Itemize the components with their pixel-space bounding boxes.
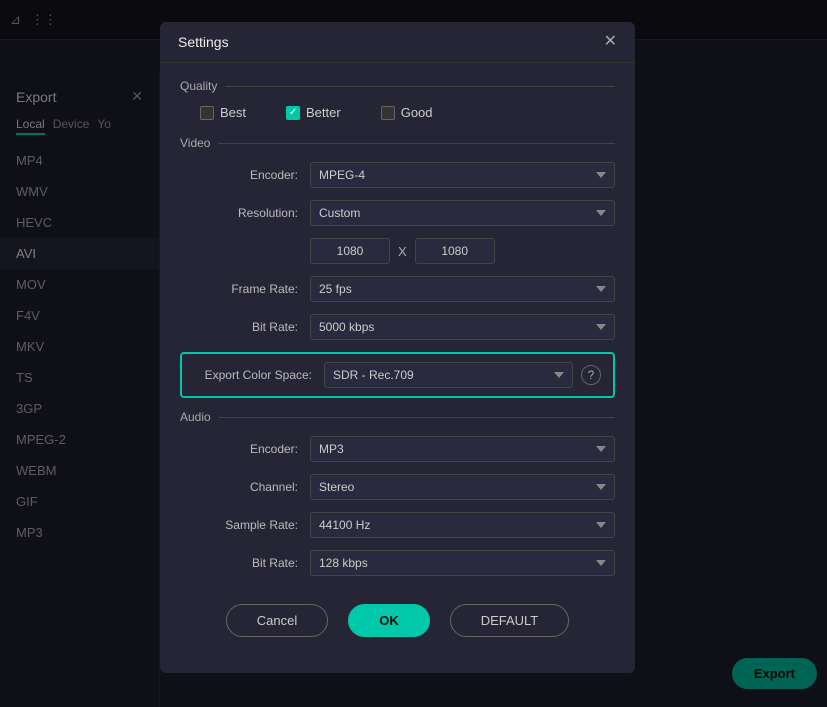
- resolution-height-input[interactable]: 1080: [415, 238, 495, 264]
- audio-section-label: Audio: [180, 410, 615, 424]
- quality-good-checkbox[interactable]: [381, 106, 395, 120]
- channel-label: Channel:: [180, 480, 310, 494]
- quality-better-checkbox[interactable]: [286, 106, 300, 120]
- quality-better-label: Better: [306, 105, 341, 120]
- colorspace-control: SDR - Rec.709 HDR - Rec.2020 ?: [324, 362, 601, 388]
- samplerate-control: 44100 Hz 48000 Hz 22050 Hz: [310, 512, 615, 538]
- quality-better[interactable]: Better: [286, 105, 341, 120]
- channel-row: Channel: Stereo Mono: [180, 474, 615, 500]
- encoder-select[interactable]: MPEG-4 H.264 H.265: [310, 162, 615, 188]
- settings-dialog: Settings ✕ Quality Best Better Good Vide…: [160, 22, 635, 673]
- colorspace-select[interactable]: SDR - Rec.709 HDR - Rec.2020: [324, 362, 573, 388]
- encoder-control: MPEG-4 H.264 H.265: [310, 162, 615, 188]
- dialog-header: Settings ✕: [160, 22, 635, 63]
- audio-encoder-select[interactable]: MP3 AAC WAV: [310, 436, 615, 462]
- samplerate-label: Sample Rate:: [180, 518, 310, 532]
- resolution-x-separator: X: [398, 244, 407, 259]
- framerate-select[interactable]: 25 fps 30 fps 60 fps 24 fps: [310, 276, 615, 302]
- dialog-body: Quality Best Better Good Video Encoder: …: [160, 63, 635, 653]
- channel-select[interactable]: Stereo Mono: [310, 474, 615, 500]
- colorspace-label: Export Color Space:: [194, 368, 324, 382]
- audio-bitrate-label: Bit Rate:: [180, 556, 310, 570]
- dialog-title: Settings: [178, 34, 229, 50]
- framerate-row: Frame Rate: 25 fps 30 fps 60 fps 24 fps: [180, 276, 615, 302]
- colorspace-help-icon[interactable]: ?: [581, 365, 601, 385]
- audio-bitrate-row: Bit Rate: 128 kbps 192 kbps 256 kbps 320…: [180, 550, 615, 576]
- channel-control: Stereo Mono: [310, 474, 615, 500]
- resolution-select[interactable]: Custom 1920x1080 1280x720: [310, 200, 615, 226]
- resolution-row: Resolution: Custom 1920x1080 1280x720: [180, 200, 615, 226]
- colorspace-row: Export Color Space: SDR - Rec.709 HDR - …: [180, 352, 615, 398]
- quality-options: Best Better Good: [180, 105, 615, 120]
- video-section-label: Video: [180, 136, 615, 150]
- cancel-button[interactable]: Cancel: [226, 604, 328, 637]
- audio-encoder-label: Encoder:: [180, 442, 310, 456]
- video-bitrate-select[interactable]: 5000 kbps 8000 kbps 10000 kbps: [310, 314, 615, 340]
- resolution-width-input[interactable]: 1080: [310, 238, 390, 264]
- samplerate-row: Sample Rate: 44100 Hz 48000 Hz 22050 Hz: [180, 512, 615, 538]
- framerate-label: Frame Rate:: [180, 282, 310, 296]
- default-button[interactable]: DEFAULT: [450, 604, 570, 637]
- framerate-control: 25 fps 30 fps 60 fps 24 fps: [310, 276, 615, 302]
- encoder-row: Encoder: MPEG-4 H.264 H.265: [180, 162, 615, 188]
- audio-bitrate-select[interactable]: 128 kbps 192 kbps 256 kbps 320 kbps: [310, 550, 615, 576]
- quality-best-label: Best: [220, 105, 246, 120]
- dialog-close-button[interactable]: ✕: [604, 34, 617, 50]
- video-bitrate-row: Bit Rate: 5000 kbps 8000 kbps 10000 kbps: [180, 314, 615, 340]
- encoder-label: Encoder:: [180, 168, 310, 182]
- video-bitrate-control: 5000 kbps 8000 kbps 10000 kbps: [310, 314, 615, 340]
- resolution-control: Custom 1920x1080 1280x720: [310, 200, 615, 226]
- dialog-buttons: Cancel OK DEFAULT: [180, 588, 615, 637]
- quality-good-label: Good: [401, 105, 433, 120]
- quality-best-checkbox[interactable]: [200, 106, 214, 120]
- quality-good[interactable]: Good: [381, 105, 433, 120]
- video-bitrate-label: Bit Rate:: [180, 320, 310, 334]
- audio-encoder-control: MP3 AAC WAV: [310, 436, 615, 462]
- resolution-inputs: 1080 X 1080: [310, 238, 615, 264]
- resolution-size-row: 1080 X 1080: [180, 238, 615, 264]
- audio-bitrate-control: 128 kbps 192 kbps 256 kbps 320 kbps: [310, 550, 615, 576]
- quality-best[interactable]: Best: [200, 105, 246, 120]
- audio-encoder-row: Encoder: MP3 AAC WAV: [180, 436, 615, 462]
- resolution-label: Resolution:: [180, 206, 310, 220]
- quality-section-label: Quality: [180, 79, 615, 93]
- samplerate-select[interactable]: 44100 Hz 48000 Hz 22050 Hz: [310, 512, 615, 538]
- ok-button[interactable]: OK: [348, 604, 430, 637]
